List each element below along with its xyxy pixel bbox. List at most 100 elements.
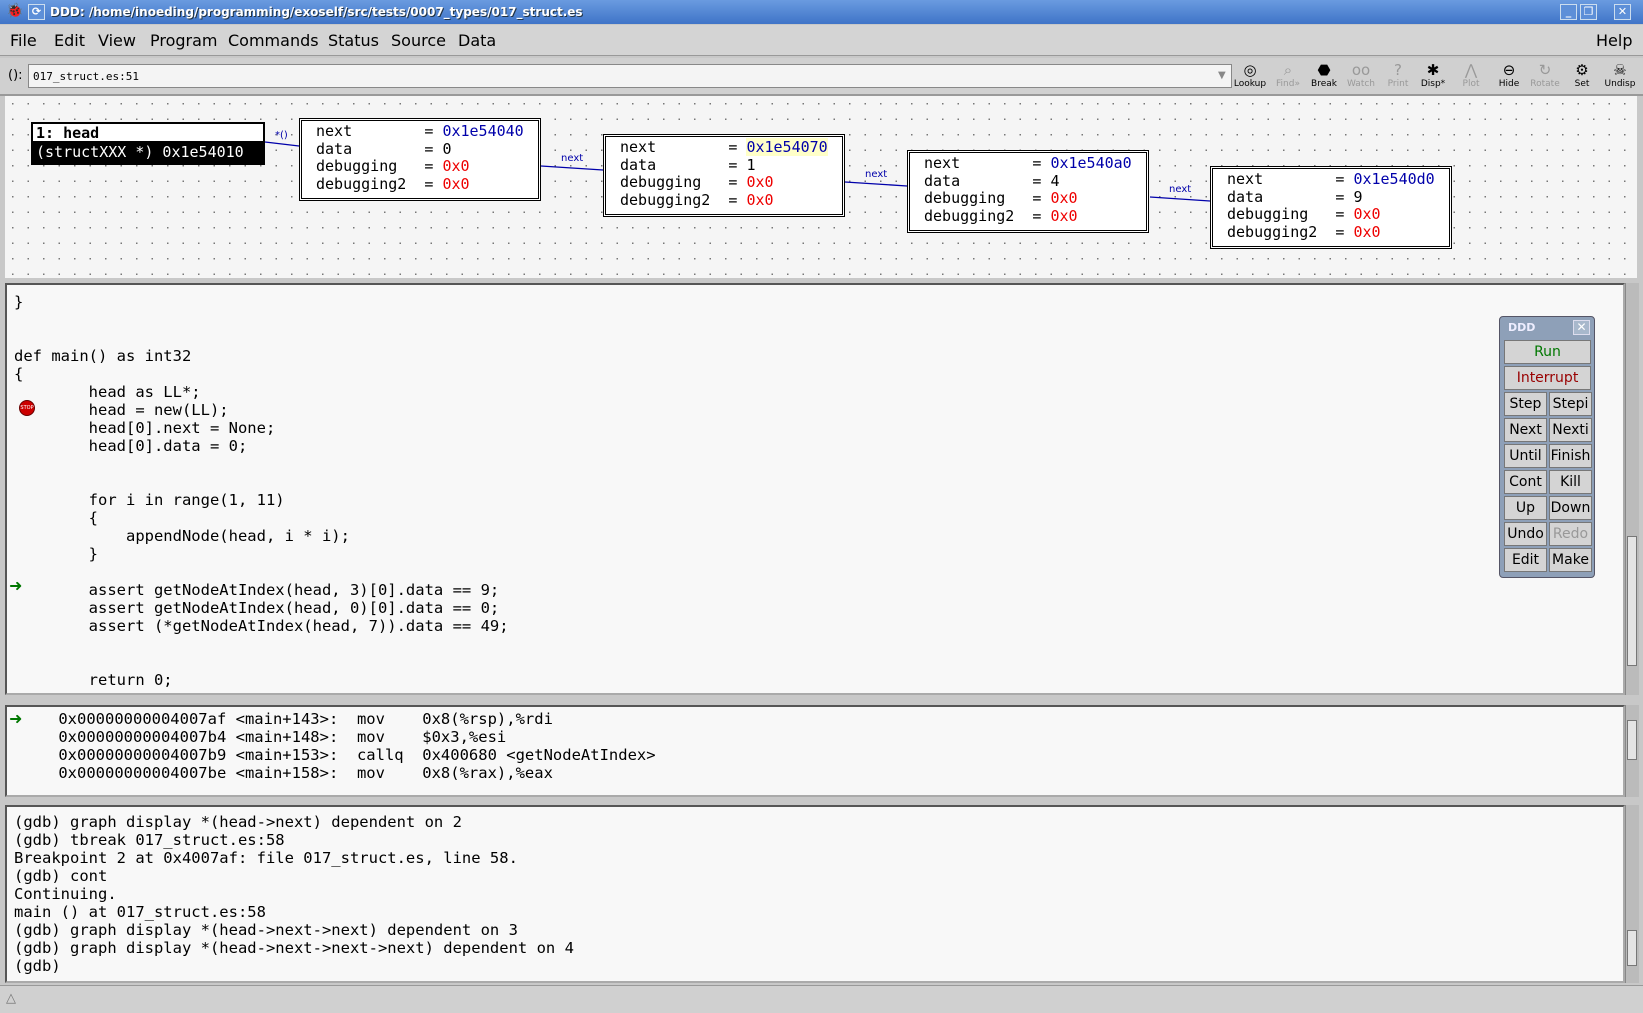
toolbar-watch-button[interactable]: oo Watch <box>1343 61 1379 93</box>
toolbar-break-button[interactable]: ⬣ Break <box>1306 61 1342 93</box>
edge-next-2 <box>844 181 908 187</box>
maximize-button[interactable]: ❐ <box>1580 4 1597 20</box>
source-window[interactable]: } def main() as int32{ head as LL*; head … <box>5 283 1625 695</box>
ddd-down-button[interactable]: Down <box>1549 496 1592 520</box>
ddd-edit-button[interactable]: Edit <box>1504 548 1547 572</box>
display-node[interactable]: next = 0x1e540d0 data = 9 debugging = 0x0 d… <box>1210 166 1452 249</box>
console-scroll-thumb[interactable] <box>1627 930 1637 966</box>
minimize-button[interactable]: _ <box>1560 4 1577 20</box>
toolbar-lookup-button[interactable]: ◎ Lookup <box>1232 61 1268 93</box>
toolbar-label: Print <box>1387 79 1409 89</box>
rotate-icon: ↻ <box>1538 61 1552 79</box>
stop-icon: ⬣ <box>1317 61 1331 79</box>
toolbar-disp-button[interactable]: ✱ Disp* <box>1415 61 1451 93</box>
menu-help[interactable]: Help <box>1596 31 1632 50</box>
display-icon: ✱ <box>1426 61 1440 79</box>
argument-input[interactable]: 017_struct.es:51 <box>28 64 1232 88</box>
field-value: 0x1e540d0 <box>1353 170 1435 188</box>
window-title: DDD: /home/inoeding/programming/exoself/… <box>50 5 583 19</box>
field-name: data = <box>1227 187 1345 206</box>
source-line: { <box>14 509 98 527</box>
field-name: data = <box>620 155 738 174</box>
data-graph-window[interactable]: *() next next next 1: head (structXXX *)… <box>5 96 1637 278</box>
field-name: debugging2 = <box>924 206 1042 225</box>
plot-icon: ⋀ <box>1464 61 1478 79</box>
field-name: data = <box>924 171 1042 190</box>
menu-source[interactable]: Source <box>391 31 446 50</box>
toolbar-label: Break <box>1311 79 1337 89</box>
gdb-console[interactable]: (gdb) graph display *(head->next) depend… <box>5 805 1625 983</box>
field-name: next = <box>924 154 1042 172</box>
menu-edit[interactable]: Edit <box>54 31 85 50</box>
display-node[interactable]: next = 0x1e54070 data = 1 debugging = 0x0 d… <box>603 134 845 217</box>
toolbar-plot-button[interactable]: ⋀ Plot <box>1453 61 1489 93</box>
field-name: next = <box>316 122 434 140</box>
menu-status[interactable]: Status <box>328 31 379 50</box>
argument-label: (): <box>8 68 23 83</box>
ddd-cont-button[interactable]: Cont <box>1504 470 1547 494</box>
ddd-up-button[interactable]: Up <box>1504 496 1547 520</box>
toolbar-find-button[interactable]: ⌕ Find» <box>1270 61 1306 93</box>
node-field-debugging: debugging = 0x0 <box>316 157 534 176</box>
field-value: 9 <box>1353 187 1363 206</box>
ddd-redo-button[interactable]: Redo <box>1549 522 1592 546</box>
ddd-nexti-button[interactable]: Nexti <box>1549 418 1592 442</box>
ddd-stepi-button[interactable]: Stepi <box>1549 392 1592 416</box>
field-name: debugging2 = <box>620 190 738 209</box>
chevron-down-icon[interactable]: ▼ <box>1218 64 1232 88</box>
display-node[interactable]: next = 0x1e540a0 data = 4 debugging = 0x0 d… <box>907 150 1149 233</box>
menu-commands[interactable]: Commands <box>228 31 319 50</box>
edge-head <box>264 141 300 147</box>
execution-arrow-icon: ➜ <box>9 709 23 728</box>
field-value: 0x0 <box>442 174 470 193</box>
toolbar-label: Undisp <box>1604 79 1636 89</box>
panel-title: DDD <box>1508 321 1536 334</box>
menu-file[interactable]: File <box>10 31 37 50</box>
app-bug-icon: 🐞 <box>6 3 24 19</box>
menu-view[interactable]: View <box>98 31 136 50</box>
ddd-step-button[interactable]: Step <box>1504 392 1547 416</box>
toolbar-undisp-button[interactable]: ☠ Undisp <box>1602 61 1638 93</box>
close-button[interactable]: ✕ <box>1614 4 1631 20</box>
edge-label-head: *() <box>275 130 288 141</box>
field-value: 1 <box>746 155 756 174</box>
toolbar-set-button[interactable]: ⚙ Set <box>1564 61 1600 93</box>
find-icon: ⌕ <box>1283 61 1293 79</box>
set-icon: ⚙ <box>1575 61 1589 79</box>
ddd-make-button[interactable]: Make <box>1549 548 1592 572</box>
field-name: debugging = <box>620 173 738 191</box>
asm-line: 0x00000000004007b9 <main+153>: callq 0x4… <box>21 746 656 764</box>
toolbar-label: Plot <box>1462 79 1480 89</box>
stop-sign-icon[interactable]: STOP <box>19 400 35 416</box>
display-node[interactable]: next = 0x1e54040 data = 0 debugging = 0x0 d… <box>299 118 541 201</box>
console-line: (gdb) <box>14 957 70 975</box>
display-head[interactable]: 1: head (structXXX *) 0x1e54010 <box>31 122 265 165</box>
ddd-interrupt-button[interactable]: Interrupt <box>1504 366 1591 390</box>
toolbar-label: Hide <box>1498 79 1520 89</box>
field-value: 0 <box>442 139 452 158</box>
ddd-until-button[interactable]: Until <box>1504 444 1547 468</box>
toolbar-print-button[interactable]: ? Print <box>1380 61 1416 93</box>
toolbar-label: Rotate <box>1530 79 1560 89</box>
ddd-finish-button[interactable]: Finish <box>1549 444 1592 468</box>
node-field-data: data = 0 <box>316 139 534 159</box>
asm-scroll-thumb[interactable] <box>1627 720 1637 760</box>
ddd-kill-button[interactable]: Kill <box>1549 470 1592 494</box>
close-icon[interactable]: ✕ <box>1573 320 1590 335</box>
source-line: } <box>14 545 98 563</box>
menu-data[interactable]: Data <box>458 31 496 50</box>
execution-arrow-icon: ➜ <box>9 576 23 595</box>
toolbar-hide-button[interactable]: ⊖ Hide <box>1491 61 1527 93</box>
window-menu-icon[interactable]: ⟳ <box>28 4 45 20</box>
source-scroll-thumb[interactable] <box>1627 536 1637 666</box>
menu-program[interactable]: Program <box>150 31 218 50</box>
console-line: main () at 017_struct.es:58 <box>14 903 266 921</box>
toolbar-rotate-button[interactable]: ↻ Rotate <box>1527 61 1563 93</box>
ddd-undo-button[interactable]: Undo <box>1504 522 1547 546</box>
ddd-next-button[interactable]: Next <box>1504 418 1547 442</box>
field-name: debugging2 = <box>316 174 434 193</box>
ddd-run-button[interactable]: Run <box>1504 340 1591 364</box>
toolbar-label: Set <box>1574 79 1590 89</box>
source-line: } <box>14 293 24 311</box>
machine-code-window[interactable]: 0x00000000004007af <main+143>: mov 0x8(%… <box>5 705 1625 797</box>
